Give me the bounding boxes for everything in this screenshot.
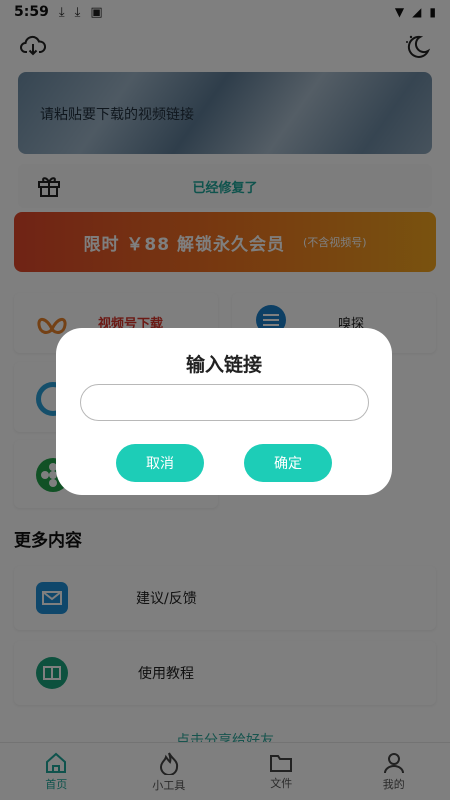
link-input[interactable] xyxy=(80,384,369,421)
confirm-button[interactable]: 确定 xyxy=(244,444,332,482)
cancel-button[interactable]: 取消 xyxy=(116,444,204,482)
input-link-dialog: 输入链接 取消 确定 xyxy=(56,328,392,495)
dialog-title: 输入链接 xyxy=(185,354,262,376)
